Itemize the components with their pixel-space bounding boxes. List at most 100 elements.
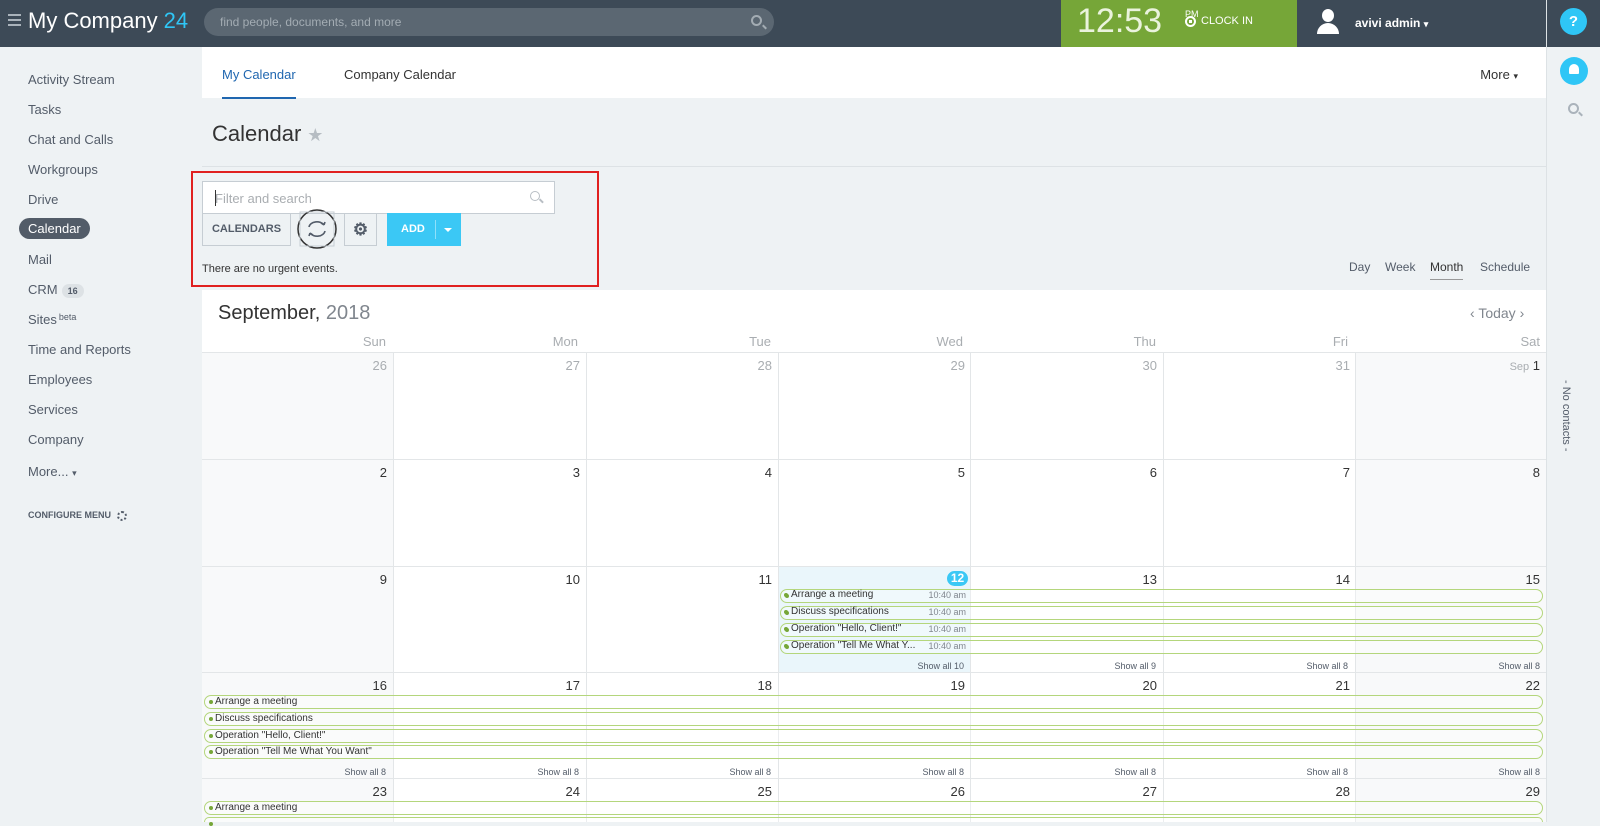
day-cell-number[interactable]: Sep 1 xyxy=(1480,358,1540,373)
star-icon[interactable]: ★ xyxy=(307,125,323,145)
day-cell-number[interactable]: 17 xyxy=(520,678,580,693)
day-cell-number[interactable]: 29 xyxy=(905,358,965,373)
day-cell-number[interactable]: 28 xyxy=(1290,784,1350,799)
event-bar[interactable]: Operation "Hello, Client!" xyxy=(204,729,1543,743)
event-item[interactable]: Arrange a meeting 10:40 am xyxy=(780,589,966,603)
company-logo[interactable]: My Company 24 xyxy=(28,8,188,34)
sidebar-item-activity-stream[interactable]: Activity Stream xyxy=(28,72,115,87)
show-all-link[interactable]: Show all 8 xyxy=(884,767,964,777)
show-all-link[interactable]: Show all 8 xyxy=(691,767,771,777)
day-cell-number[interactable]: 27 xyxy=(1097,784,1157,799)
view-month[interactable]: Month xyxy=(1430,260,1464,280)
day-header: Thu xyxy=(1133,334,1156,349)
right-panel xyxy=(1547,47,1600,822)
day-cell-number[interactable]: 4 xyxy=(712,465,772,480)
today-nav[interactable]: ‹ Today › xyxy=(1470,305,1524,321)
day-cell-number[interactable]: 26 xyxy=(905,784,965,799)
divider xyxy=(202,166,1546,167)
tab-company-calendar[interactable]: Company Calendar xyxy=(344,67,456,82)
show-all-link[interactable]: Show all 8 xyxy=(499,767,579,777)
day-cell-number[interactable]: 3 xyxy=(520,465,580,480)
sidebar-item-workgroups[interactable]: Workgroups xyxy=(28,162,98,177)
view-day[interactable]: Day xyxy=(1349,260,1370,274)
grid-line xyxy=(202,459,1546,460)
sidebar-item-time-reports[interactable]: Time and Reports xyxy=(28,342,131,357)
no-contacts-label: - No contacts - xyxy=(1560,380,1572,452)
day-cell-number[interactable]: 30 xyxy=(1097,358,1157,373)
clock-in-button[interactable]: CLOCK IN xyxy=(1185,15,1253,27)
event-item[interactable]: Operation "Tell Me What Y... 10:40 am xyxy=(780,640,966,654)
view-schedule[interactable]: Schedule xyxy=(1480,260,1530,274)
top-bar: My Company 24 find people, documents, and… xyxy=(0,0,1600,47)
day-cell-number[interactable]: 11 xyxy=(712,572,773,587)
show-all-link[interactable]: Show all 8 xyxy=(1268,661,1348,671)
event-item[interactable]: Operation "Hello, Client!" 10:40 am xyxy=(780,623,966,637)
show-all-link[interactable]: Show all 8 xyxy=(1460,767,1540,777)
sidebar-item-sites[interactable]: Sites beta xyxy=(28,312,76,327)
configure-menu-button[interactable]: CONFIGURE MENU xyxy=(28,510,127,521)
event-bar[interactable] xyxy=(204,817,1543,826)
day-cell-number[interactable]: 22 xyxy=(1480,678,1540,693)
day-cell-number[interactable]: 16 xyxy=(327,678,387,693)
sidebar-item-services[interactable]: Services xyxy=(28,402,78,417)
show-all-link[interactable]: Show all 8 xyxy=(306,767,386,777)
clock-widget[interactable]: 12:53 PM CLOCK IN xyxy=(1061,0,1297,47)
bell-icon[interactable] xyxy=(1560,57,1588,85)
day-cell-number[interactable]: 21 xyxy=(1290,678,1350,693)
show-all-link[interactable]: Show all 10 xyxy=(884,661,964,671)
day-cell-number[interactable]: 5 xyxy=(905,465,965,480)
sidebar-item-crm[interactable]: CRM 16 xyxy=(28,282,84,298)
day-cell-number[interactable]: 24 xyxy=(520,784,580,799)
global-search-input[interactable]: find people, documents, and more xyxy=(204,8,774,36)
day-cell-number[interactable]: 26 xyxy=(327,358,387,373)
day-cell-number[interactable]: 23 xyxy=(327,784,387,799)
search-icon[interactable] xyxy=(751,15,762,26)
day-cell-number[interactable]: 28 xyxy=(712,358,772,373)
show-all-link[interactable]: Show all 8 xyxy=(1268,767,1348,777)
view-week[interactable]: Week xyxy=(1385,260,1415,274)
day-cell-number[interactable]: 27 xyxy=(520,358,580,373)
day-cell-number[interactable]: 31 xyxy=(1290,358,1350,373)
tab-my-calendar[interactable]: My Calendar xyxy=(222,67,296,99)
day-cell-number[interactable]: 25 xyxy=(712,784,772,799)
show-all-link[interactable]: Show all 9 xyxy=(1076,661,1156,671)
day-cell-number[interactable]: 20 xyxy=(1097,678,1157,693)
help-button[interactable]: ? xyxy=(1560,8,1587,35)
more-menu-button[interactable]: More ▾ xyxy=(1480,67,1518,82)
day-cell-number[interactable]: 9 xyxy=(327,572,387,587)
event-bar[interactable]: Operation "Tell Me What You Want" xyxy=(204,745,1543,759)
sidebar-item-drive[interactable]: Drive xyxy=(28,192,58,207)
day-cell-number[interactable]: 18 xyxy=(712,678,772,693)
sidebar-item-mail[interactable]: Mail xyxy=(28,252,52,267)
day-cell-number[interactable]: 29 xyxy=(1480,784,1540,799)
chevron-right-icon[interactable]: › xyxy=(1520,305,1525,321)
sidebar-item-tasks[interactable]: Tasks xyxy=(28,102,61,117)
day-cell-number[interactable]: 2 xyxy=(327,465,387,480)
event-item[interactable]: Discuss specifications 10:40 am xyxy=(780,606,966,620)
search-icon[interactable] xyxy=(1568,103,1579,114)
crm-count-badge: 16 xyxy=(61,283,84,298)
menu-icon[interactable] xyxy=(8,14,21,26)
show-all-link[interactable]: Show all 8 xyxy=(1076,767,1156,777)
day-cell-number[interactable]: 15 xyxy=(1480,572,1540,587)
event-bar[interactable]: Discuss specifications xyxy=(204,712,1543,726)
day-cell-number[interactable]: 10 xyxy=(520,572,580,587)
sidebar-item-calendar[interactable]: Calendar xyxy=(19,218,90,239)
sidebar-item-more[interactable]: More... ▾ xyxy=(28,464,77,479)
day-cell-number[interactable]: 8 xyxy=(1480,465,1540,480)
event-bar[interactable]: Arrange a meeting xyxy=(204,695,1543,709)
sidebar-item-employees[interactable]: Employees xyxy=(28,372,92,387)
event-bar[interactable]: Arrange a meeting xyxy=(204,801,1543,815)
day-cell-number[interactable]: 13 xyxy=(1097,572,1157,587)
chevron-left-icon[interactable]: ‹ xyxy=(1470,305,1475,321)
day-cell-number[interactable]: 6 xyxy=(1097,465,1157,480)
day-cell-number[interactable]: 14 xyxy=(1290,572,1350,587)
today-number[interactable]: 12 xyxy=(947,571,968,586)
day-header: Fri xyxy=(1332,334,1348,349)
day-cell-number[interactable]: 19 xyxy=(905,678,965,693)
month-title: September, 2018 xyxy=(218,302,371,324)
sidebar-item-chat[interactable]: Chat and Calls xyxy=(28,132,113,147)
day-cell-number[interactable]: 7 xyxy=(1290,465,1350,480)
sidebar-item-company[interactable]: Company xyxy=(28,432,84,447)
show-all-link[interactable]: Show all 8 xyxy=(1460,661,1540,671)
